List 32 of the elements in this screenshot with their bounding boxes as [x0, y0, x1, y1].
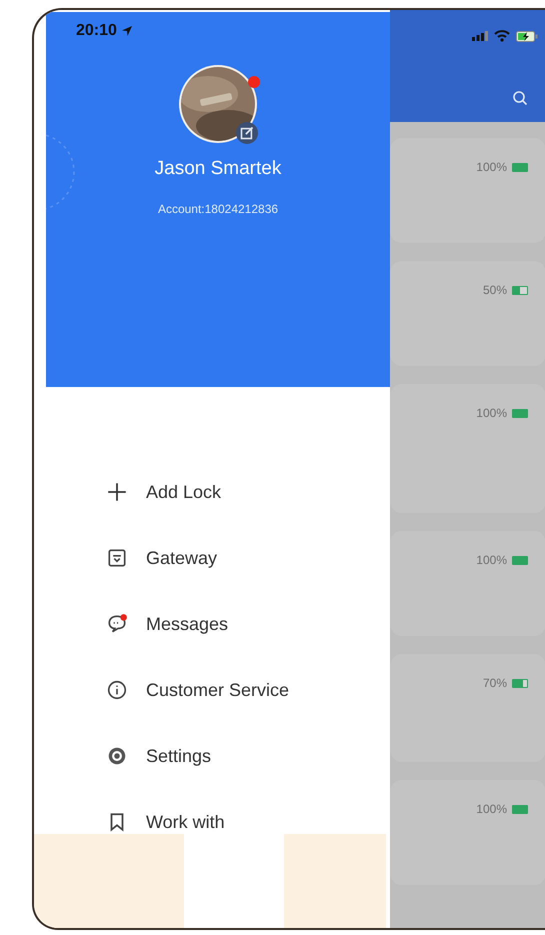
user-name: Jason Smartek — [154, 158, 282, 180]
battery-reading: 100% — [476, 802, 507, 816]
menu-item[interactable]: Gateway — [106, 545, 390, 571]
battery-reading: 100% — [476, 406, 507, 420]
menu-item[interactable]: Customer Service — [106, 677, 390, 703]
chat-bubble-icon — [106, 613, 128, 635]
wifi-icon — [494, 30, 510, 42]
menu-item[interactable]: Settings — [106, 743, 390, 769]
location-arrow-icon — [120, 25, 133, 37]
menu-item[interactable]: Messages — [106, 611, 390, 637]
battery-reading: 70% — [482, 676, 507, 690]
charging-battery-icon — [516, 30, 538, 42]
battery-icon — [512, 163, 528, 172]
battery-icon — [512, 286, 528, 295]
battery-reading: 50% — [482, 283, 507, 297]
settings-icon — [106, 745, 128, 767]
edit-icon[interactable] — [236, 122, 258, 144]
menu-item[interactable]: Add Lock — [106, 479, 390, 505]
search-icon[interactable] — [512, 90, 528, 106]
account-number: Account:18024212836 — [158, 202, 278, 216]
battery-icon — [512, 805, 528, 814]
battery-icon — [512, 679, 528, 688]
battery-reading: 100% — [476, 553, 507, 567]
menu-item[interactable]: Work with — [106, 809, 390, 835]
info-icon — [106, 679, 128, 701]
battery-reading: 100% — [476, 160, 507, 174]
status-time: 20:10 — [76, 22, 117, 40]
signal-icon — [472, 31, 488, 41]
battery-icon — [512, 556, 528, 565]
gateway-icon — [106, 547, 128, 569]
battery-icon — [512, 409, 528, 418]
plus-icon — [106, 481, 128, 503]
